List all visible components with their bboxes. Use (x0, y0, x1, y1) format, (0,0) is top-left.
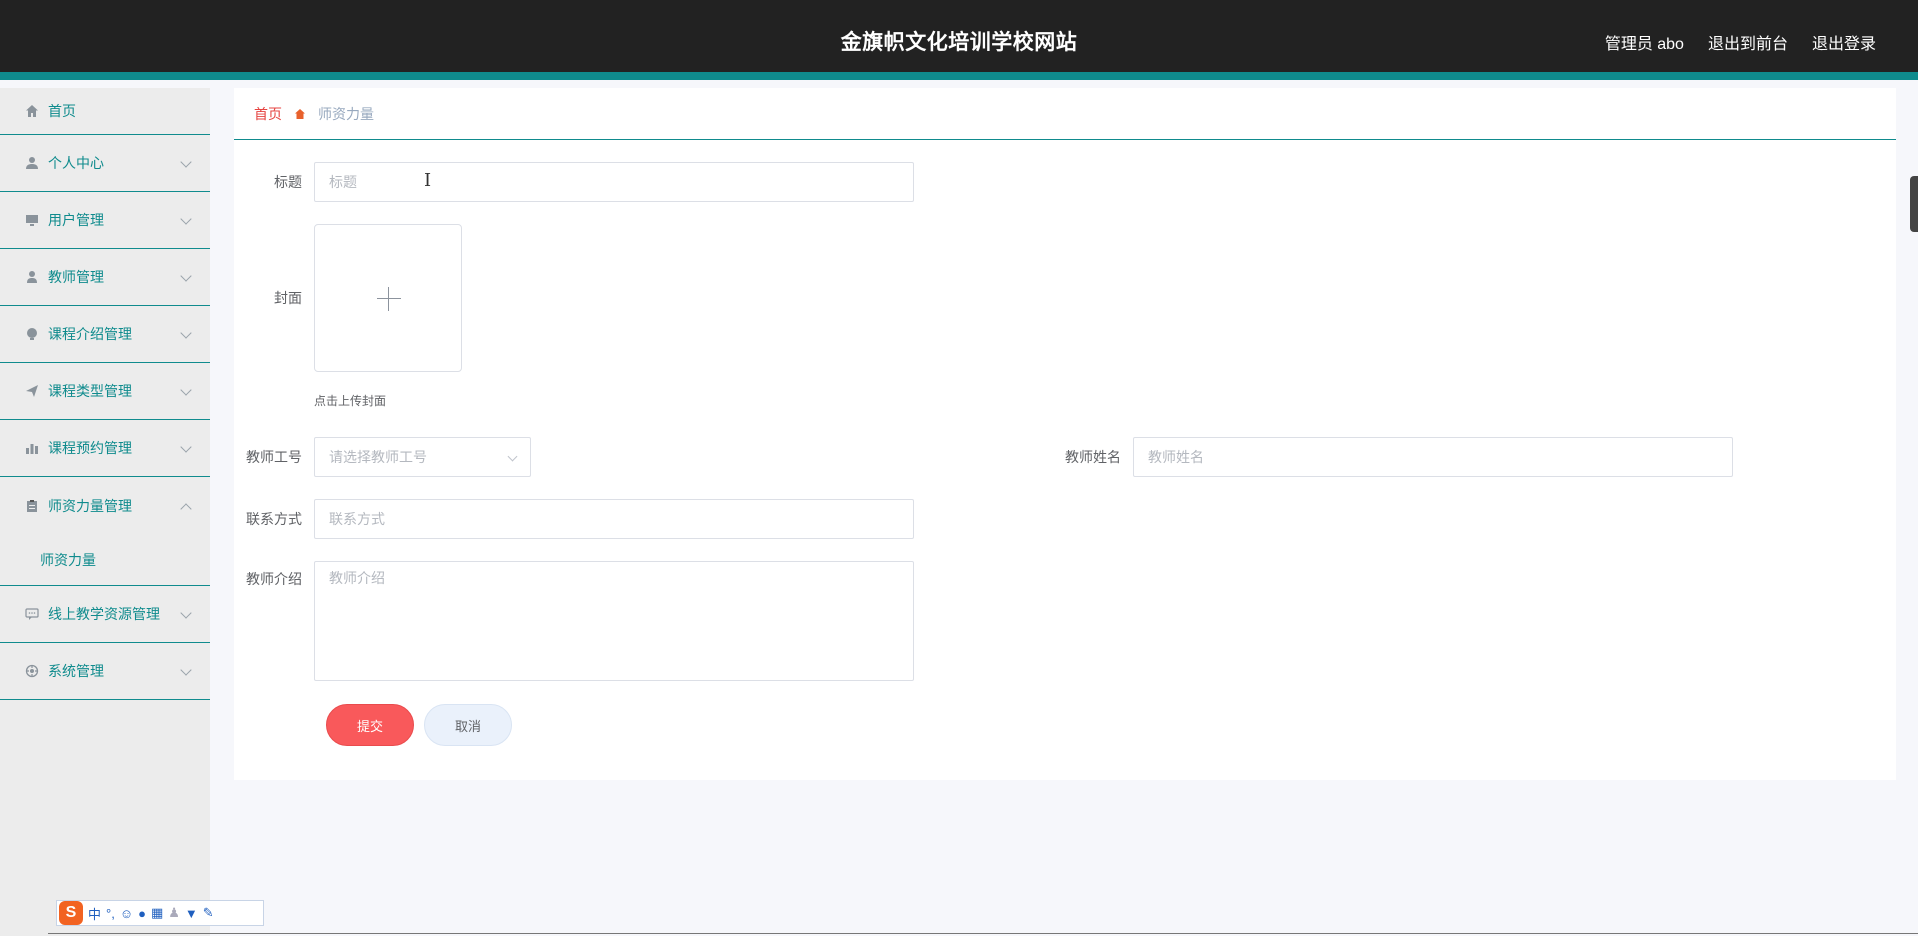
intro-text-field[interactable] (329, 568, 913, 680)
sidebar-item-label: 用户管理 (48, 212, 104, 228)
teacher-name-text-field[interactable] (1148, 438, 1732, 476)
form-actions: 提交 取消 (326, 704, 512, 746)
punctuation-icon[interactable]: °, (106, 906, 115, 921)
chevron-down-icon (180, 213, 192, 225)
breadcrumb: 首页 师资力量 (234, 88, 1896, 140)
monitor-icon (24, 212, 40, 228)
cover-label: 封面 (274, 290, 302, 306)
sidebar-item-label: 教师管理 (48, 269, 104, 285)
bulb-icon (24, 326, 40, 342)
ime-logo[interactable]: S (59, 901, 83, 925)
user-icon (24, 155, 40, 171)
wrench-icon[interactable]: ✎ (203, 905, 214, 921)
cover-upload-hint: 点击上传封面 (314, 394, 387, 408)
teacher-icon (24, 269, 40, 285)
form-row-contact: 联系方式 (234, 499, 914, 539)
sidebar-item-label: 课程介绍管理 (48, 326, 132, 342)
contact-input[interactable] (314, 499, 914, 539)
chevron-down-icon (507, 451, 518, 462)
teacher-no-label: 教师工号 (246, 449, 302, 465)
chevron-down-icon (180, 441, 192, 453)
form-row-cover: 封面 点击上传封面 (234, 224, 462, 409)
contact-text-field[interactable] (329, 500, 913, 538)
intro-label: 教师介绍 (246, 571, 302, 587)
ime-mode-indicator[interactable]: 中 (88, 904, 101, 923)
breadcrumb-home[interactable]: 首页 (254, 104, 282, 124)
sidebar-item-user-management[interactable]: 用户管理 (0, 192, 210, 249)
sidebar-item-system-management[interactable]: 系统管理 (0, 643, 210, 700)
cover-upload-area: 点击上传封面 (314, 224, 462, 409)
teacher-no-placeholder: 请选择教师工号 (329, 449, 427, 465)
sidebar-item-home[interactable]: 首页 (0, 88, 210, 135)
intro-textarea[interactable] (314, 561, 914, 681)
sidebar-item-label: 课程预约管理 (48, 440, 132, 456)
chevron-down-icon (180, 270, 192, 282)
form-row-teacher-no: 教师工号 请选择教师工号 (234, 437, 531, 477)
ime-toolbar: S 中 °, ☺ ● ▦ ♟ ▼ ✎ (56, 900, 264, 926)
cancel-button[interactable]: 取消 (424, 704, 512, 746)
sidebar-subitem-faculty[interactable]: 师资力量 (0, 534, 210, 586)
logout-link[interactable]: 退出登录 (1812, 30, 1876, 54)
plus-icon (377, 298, 401, 299)
form-row-teacher-name: 教师姓名 (1053, 437, 1733, 477)
form-row-title: 标题 (234, 162, 914, 202)
contact-label: 联系方式 (246, 511, 302, 527)
keyboard-icon[interactable]: ▦ (151, 905, 163, 921)
sidebar: 首页 个人中心 用户管理 教师管理 课程介绍管理 课程类型管理 课程预约管理 师… (0, 88, 210, 936)
title-text-field[interactable] (329, 163, 913, 201)
user-icon[interactable]: ♟ (168, 905, 180, 921)
submit-button[interactable]: 提交 (326, 704, 414, 746)
sidebar-item-label: 师资力量管理 (48, 497, 132, 514)
sidebar-item-faculty-management[interactable]: 师资力量管理 (0, 477, 210, 534)
sidebar-item-label: 课程类型管理 (48, 383, 132, 399)
sidebar-item-label: 系统管理 (48, 663, 104, 679)
teacher-no-select[interactable]: 请选择教师工号 (314, 437, 531, 477)
form-row-intro: 教师介绍 (234, 561, 914, 681)
chevron-down-icon (180, 327, 192, 339)
chat-icon (24, 606, 40, 622)
sidebar-item-label: 线上教学资源管理 (48, 606, 160, 622)
sidebar-item-online-resources-management[interactable]: 线上教学资源管理 (0, 586, 210, 643)
home-icon (24, 103, 40, 119)
sidebar-item-label: 首页 (48, 103, 76, 119)
teacher-name-input[interactable] (1133, 437, 1733, 477)
side-scroll-handle[interactable] (1910, 176, 1918, 232)
teacher-name-label: 教师姓名 (1065, 449, 1121, 465)
sidebar-item-course-booking-management[interactable]: 课程预约管理 (0, 420, 210, 477)
sidebar-item-teacher-management[interactable]: 教师管理 (0, 249, 210, 306)
cover-upload-button[interactable] (314, 224, 462, 372)
sidebar-item-course-type-management[interactable]: 课程类型管理 (0, 363, 210, 420)
sidebar-item-course-intro-management[interactable]: 课程介绍管理 (0, 306, 210, 363)
breadcrumb-current: 师资力量 (318, 105, 374, 122)
text-cursor-icon: I (424, 170, 432, 191)
admin-user-label[interactable]: 管理员 abo (1605, 30, 1684, 54)
bottom-divider (48, 933, 1918, 934)
title-input[interactable] (314, 162, 914, 202)
chevron-down-icon (180, 664, 192, 676)
exit-to-front-link[interactable]: 退出到前台 (1708, 30, 1788, 54)
microphone-icon[interactable]: ● (138, 906, 146, 921)
header-links: 管理员 abo 退出到前台 退出登录 (1605, 30, 1876, 54)
chevron-down-icon (180, 607, 192, 619)
chevron-down-icon (180, 384, 192, 396)
sidebar-item-label: 个人中心 (48, 155, 104, 171)
chevron-down-icon (180, 156, 192, 168)
chevron-up-icon (180, 502, 192, 515)
title-label: 标题 (274, 174, 302, 190)
bar-chart-icon (24, 440, 40, 456)
sidebar-item-personal-center[interactable]: 个人中心 (0, 135, 210, 192)
paper-plane-icon (24, 383, 40, 399)
house-icon (294, 108, 306, 120)
top-header: 金旗帜文化培训学校网站 管理员 abo 退出到前台 退出登录 (0, 0, 1918, 80)
settings-icon (24, 663, 40, 679)
skin-icon[interactable]: ▼ (185, 906, 198, 921)
emoji-icon[interactable]: ☺ (120, 906, 133, 921)
clipboard-icon (24, 498, 40, 514)
